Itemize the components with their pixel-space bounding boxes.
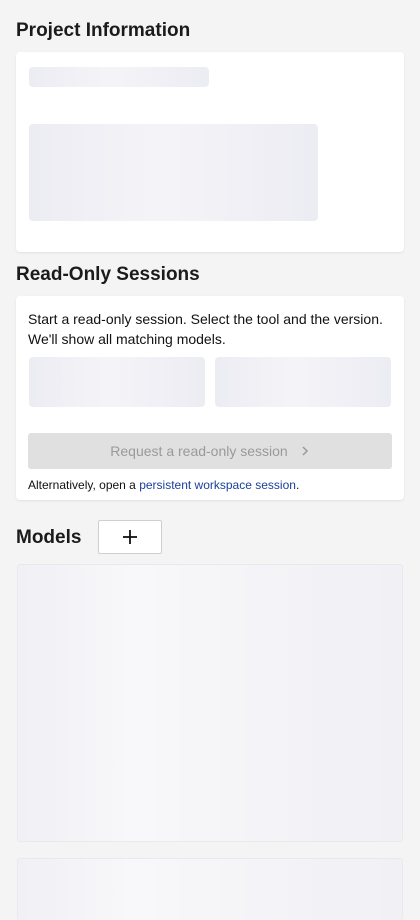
model-card-skeleton: [17, 564, 403, 842]
read-only-sessions-card: Start a read-only session. Select the to…: [16, 296, 404, 500]
alt-prefix: Alternatively, open a: [28, 478, 140, 492]
content-skeleton: [29, 124, 318, 221]
models-title: Models: [16, 527, 82, 548]
plus-icon: [123, 530, 137, 544]
chevron-right-icon: [302, 446, 308, 456]
page: Project Information Read-Only Sessions S…: [0, 0, 420, 920]
project-information-title: Project Information: [16, 20, 191, 41]
alternative-text: Alternatively, open a persistent workspa…: [28, 478, 299, 492]
model-card-skeleton: [17, 858, 403, 920]
description-line-1: Start a read-only session. Select the to…: [28, 311, 383, 327]
description-line-2: We'll show all matching models.: [28, 331, 226, 347]
read-only-sessions-title: Read-Only Sessions: [16, 264, 200, 285]
title-skeleton: [29, 67, 209, 87]
request-button-label: Request a read-only session: [110, 443, 288, 459]
session-description: Start a read-only session. Select the to…: [28, 309, 398, 349]
request-read-only-session-button[interactable]: Request a read-only session: [28, 433, 392, 469]
add-model-button[interactable]: [98, 520, 162, 554]
alt-suffix: .: [295, 478, 300, 492]
tool-select-skeleton: [29, 357, 205, 407]
persistent-workspace-session-link[interactable]: persistent workspace session: [139, 478, 296, 492]
project-information-card: [16, 52, 404, 252]
version-select-skeleton: [215, 357, 391, 407]
